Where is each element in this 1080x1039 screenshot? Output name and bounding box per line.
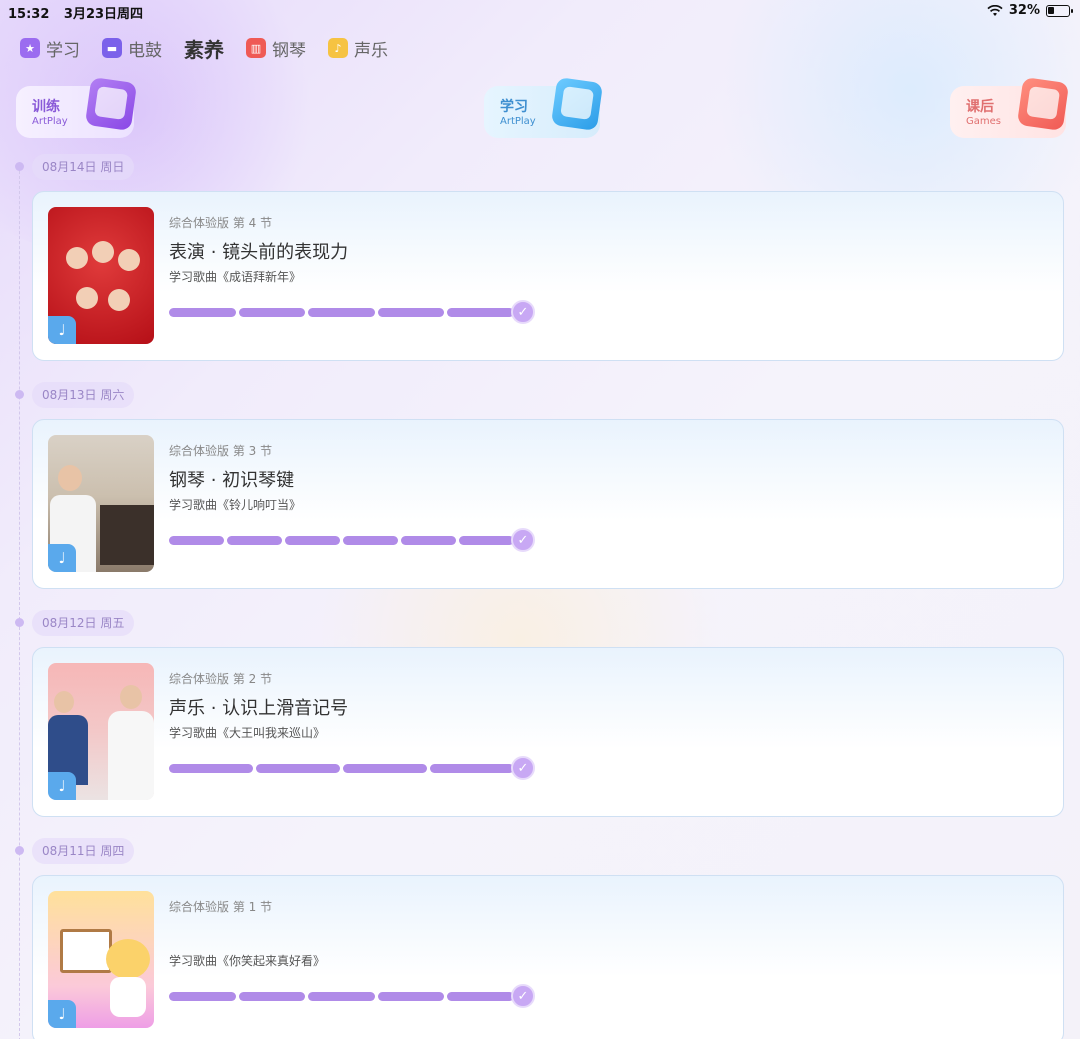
tab-vocal[interactable]: ♪ 声乐 [328,36,388,61]
progress-segment [256,763,340,773]
check-icon: ✓ [511,984,535,1008]
lesson-card[interactable]: ♩ 综合体验版 第 2 节 声乐 · 认识上滑音记号 学习歌曲《大王叫我来巡山》… [32,647,1064,817]
progress-segment [308,991,375,1001]
tab-study[interactable]: ★ 学习 [20,36,80,61]
music-note-icon: ♩ [48,772,76,800]
progress-segment [430,763,514,773]
check-icon: ✓ [511,300,535,324]
progress-segment [169,307,236,317]
progress-segment [169,991,236,1001]
battery-icon [1046,4,1073,17]
lesson-eyebrow: 综合体验版 第 3 节 [169,444,273,458]
check-icon: ✓ [511,528,535,552]
timeline-dot [15,390,24,399]
mic-icon: ♪ [328,38,348,58]
timeline-dot [15,618,24,627]
progress-segment [401,535,456,545]
progress-segment [447,307,514,317]
progress-segment [169,763,253,773]
progress-segment [459,535,514,545]
status-bar: 15:32 3月23日周四 32% [0,0,1080,22]
check-icon: ✓ [511,756,535,780]
lesson-title: 表演 · 镜头前的表现力 [169,242,349,263]
game-console-icon [1016,77,1070,131]
piano-book-icon [84,77,138,131]
date-pill: 08月13日 周六 [32,382,135,408]
progress-segment [238,991,306,1001]
progress-segment [343,763,427,773]
progress-segment [308,307,375,317]
lesson-thumbnail: ♩ [48,891,154,1028]
music-note-icon: ♩ [48,544,76,572]
progress-segment [238,307,306,317]
lesson-title: 钢琴 · 初识琴键 [169,470,295,491]
battery-percent: 32% [1008,3,1040,18]
lesson-title: 声乐 · 认识上滑音记号 [169,698,349,719]
lesson-eyebrow: 综合体验版 第 1 节 [169,900,273,914]
progress-segment [447,991,514,1001]
progress-segment [169,535,224,545]
mode-train-button[interactable]: 训练 ArtPlay [16,77,138,138]
progress-segment [343,535,398,545]
lesson-thumbnail: ♩ [48,207,154,344]
lesson-song: 学习歌曲《大王叫我来巡山》 [169,726,326,740]
lesson-eyebrow: 综合体验版 第 2 节 [169,672,273,686]
music-note-icon: ♩ [48,1000,76,1028]
category-tabs: ★ 学习 ▬ 电鼓 素养 ▥ 钢琴 ♪ 声乐 [20,34,410,62]
tab-literacy[interactable]: 素养 [184,34,224,63]
star-icon: ★ [20,38,40,58]
lesson-thumbnail: ♩ [48,435,154,572]
timeline-dot [15,162,24,171]
lesson-progress: ✓ [169,756,535,780]
timeline-line [19,166,20,1039]
lesson-progress: ✓ [169,528,535,552]
wifi-icon [987,4,1003,16]
progress-segment [377,307,445,317]
progress-segment [377,991,445,1001]
tab-piano[interactable]: ▥ 钢琴 [246,36,306,61]
study-book-icon [550,77,604,131]
progress-segment [285,535,340,545]
music-note-icon: ♩ [48,316,76,344]
lesson-song: 学习歌曲《你笑起来真好看》 [169,954,326,968]
status-date: 3月23日周四 [63,7,144,22]
date-pill: 08月14日 周日 [32,154,135,180]
lesson-song: 学习歌曲《成语拜新年》 [169,270,302,284]
status-time: 15:32 [8,7,50,22]
drum-icon: ▬ [102,38,122,58]
timeline-dot [15,846,24,855]
lesson-card[interactable]: ♩ 综合体验版 第 4 节 表演 · 镜头前的表现力 学习歌曲《成语拜新年》 ✓ [32,191,1064,361]
date-pill: 08月11日 周四 [32,838,135,864]
piano-icon: ▥ [246,38,266,58]
lesson-card[interactable]: ♩ 综合体验版 第 3 节 钢琴 · 初识琴键 学习歌曲《铃儿响叮当》 ✓ [32,419,1064,589]
progress-segment [227,535,282,545]
tab-drum[interactable]: ▬ 电鼓 [102,36,162,61]
lesson-progress: ✓ [169,300,535,324]
date-pill: 08月12日 周五 [32,610,135,636]
lesson-eyebrow: 综合体验版 第 4 节 [169,216,273,230]
lesson-thumbnail: ♩ [48,663,154,800]
mode-games-button[interactable]: 课后 Games [950,77,1070,138]
lesson-song: 学习歌曲《铃儿响叮当》 [169,498,302,512]
lesson-progress: ✓ [169,984,535,1008]
mode-learn-button[interactable]: 学习 ArtPlay [484,77,604,138]
lesson-card[interactable]: ♩ 综合体验版 第 1 节 学习歌曲《你笑起来真好看》 ✓ [32,875,1064,1039]
